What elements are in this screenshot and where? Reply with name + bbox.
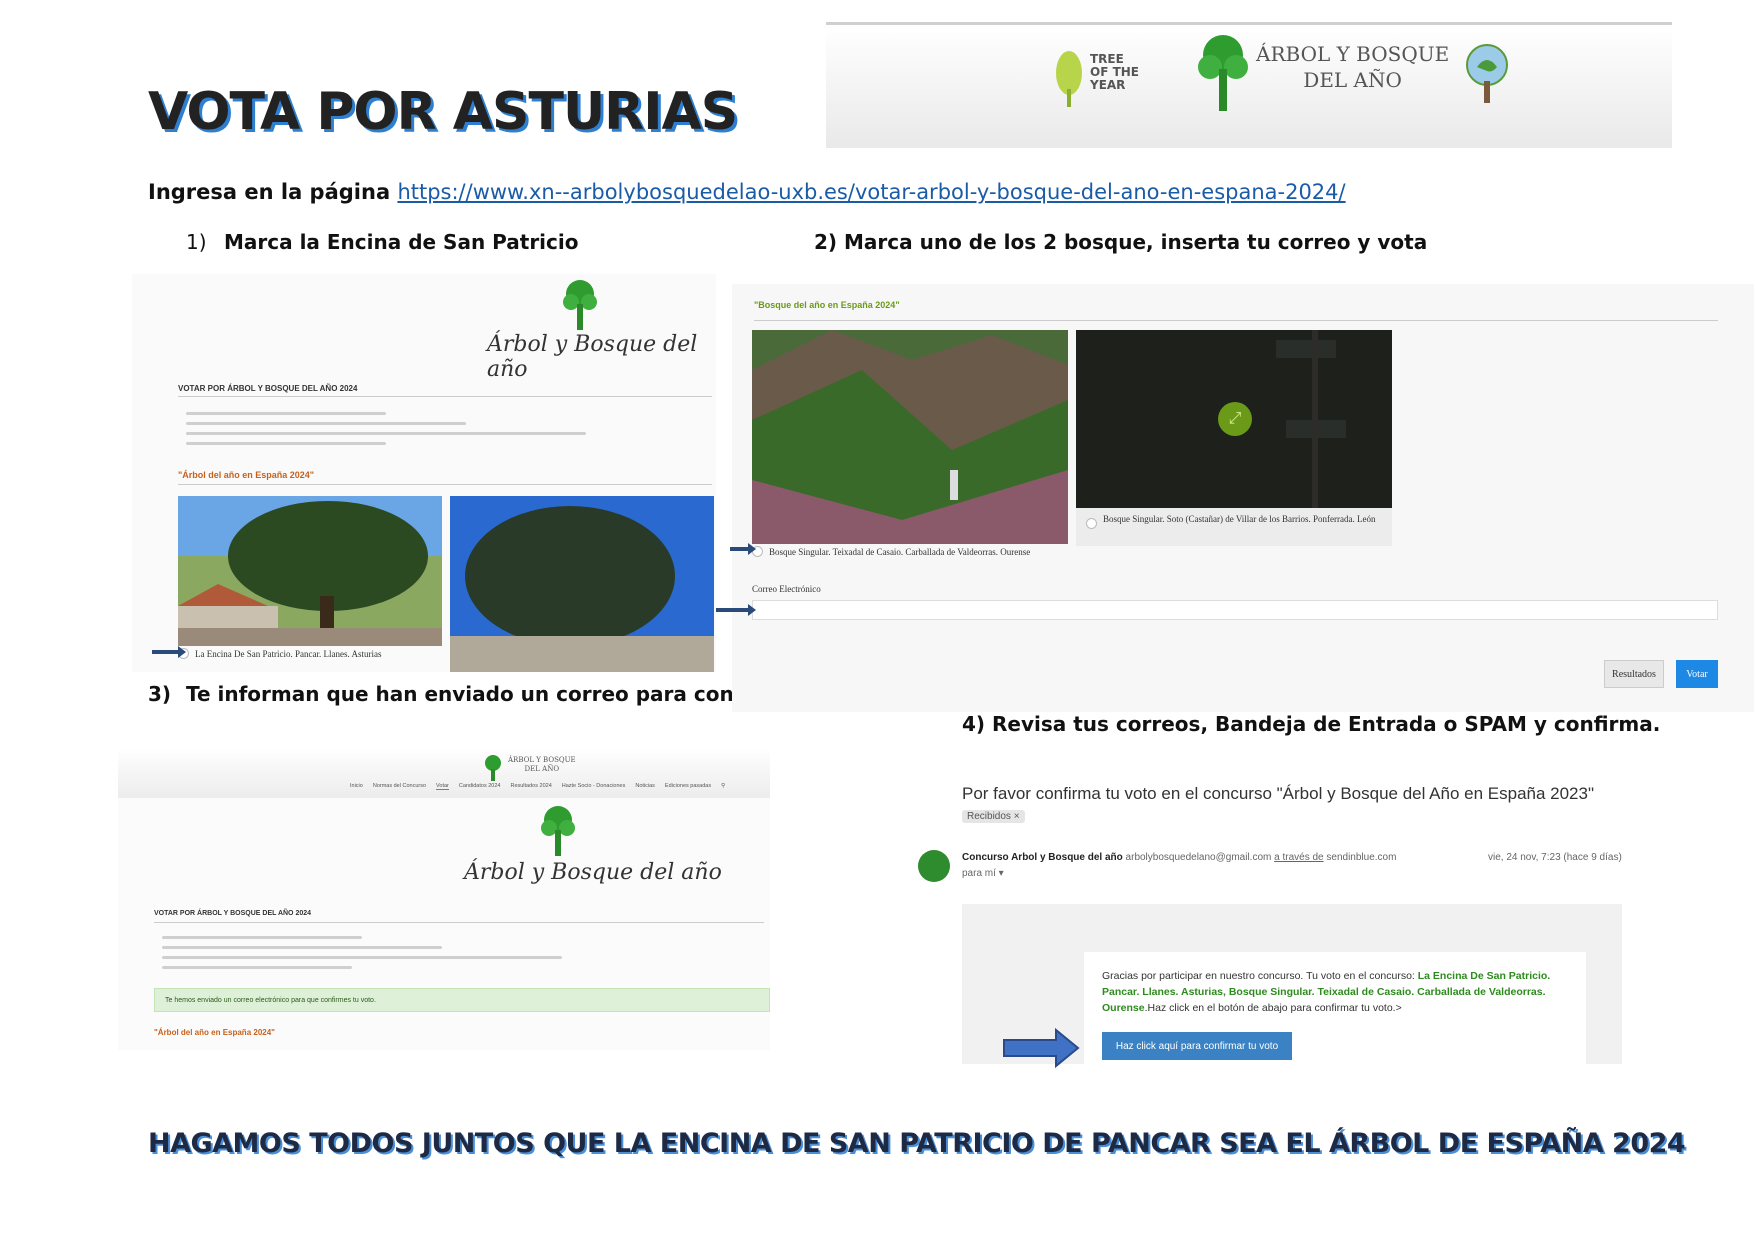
to-me[interactable]: para mí ▾ bbox=[962, 868, 1004, 879]
expand-icon[interactable]: ⤢ bbox=[1218, 402, 1252, 436]
panel-confirmation-page: ÁRBOL Y BOSQUE DEL AÑO Inicio Normas del… bbox=[118, 748, 770, 1050]
sent-notice: Te hemos enviado un correo electrónico p… bbox=[154, 988, 770, 1012]
tree-of-year-logo-icon bbox=[1056, 51, 1082, 107]
globe-tree-logo-icon bbox=[1466, 44, 1508, 103]
nav-candidatos[interactable]: Candidatos 2024 bbox=[459, 783, 501, 790]
email-label: Correo Electrónico bbox=[752, 584, 821, 594]
email-card: Gracias por participar en nuestro concur… bbox=[1084, 952, 1586, 1064]
step3-label: Te informan que han enviado un correo pa… bbox=[186, 682, 808, 706]
inbox-chip[interactable]: Recibidos × bbox=[962, 810, 1025, 823]
results-button[interactable]: Resultados bbox=[1604, 660, 1664, 688]
panel3-heading: VOTAR POR ÁRBOL Y BOSQUE DEL AÑO 2024 bbox=[154, 910, 312, 917]
panel1-section: "Árbol del año en España 2024" bbox=[178, 470, 315, 480]
via-text[interactable]: a través de bbox=[1274, 852, 1323, 863]
intro-text: Ingresa en la página bbox=[148, 180, 391, 204]
body-start: Gracias por participar en nuestro concur… bbox=[1102, 970, 1415, 982]
nav-inicio[interactable]: Inicio bbox=[350, 783, 363, 790]
arrow-email-icon bbox=[716, 604, 756, 616]
banner-arbol-line1: ÁRBOL Y BOSQUE bbox=[1256, 42, 1450, 66]
sender-email: arbolybosquedelano@gmail.com bbox=[1125, 852, 1272, 863]
nav-hazte-socio[interactable]: Hazte Socio - Donaciones bbox=[562, 783, 626, 790]
page-title: VOTA POR ASTURIAS bbox=[148, 82, 738, 142]
email-subject: Por favor confirma tu voto en el concurs… bbox=[962, 784, 1595, 803]
nav-noticias[interactable]: Noticias bbox=[635, 783, 655, 790]
nav-ediciones[interactable]: Ediciones pasadas bbox=[665, 783, 711, 790]
arrow-encina-icon bbox=[152, 646, 186, 658]
teixadal-option-label: Bosque Singular. Teixadal de Casaio. Car… bbox=[769, 546, 1031, 557]
confirm-vote-button[interactable]: Haz click aquí para confirmar tu voto bbox=[1102, 1032, 1292, 1060]
header-banner: TREE OF THE YEAR ÁRBOL Y BOSQUE DEL AÑO bbox=[826, 22, 1672, 148]
encina-photo bbox=[178, 496, 442, 646]
nav-search-icon[interactable]: ⚲ bbox=[721, 783, 725, 790]
step2-label: 2) Marca uno de los 2 bosque, inserta tu… bbox=[814, 230, 1428, 254]
panel-tree-vote: Árbol y Bosque del año VOTAR POR ÁRBOL Y… bbox=[132, 274, 716, 672]
sender-avatar bbox=[918, 850, 950, 882]
site-tree-logo-icon bbox=[563, 280, 597, 330]
arrow-confirm-icon bbox=[1003, 1028, 1080, 1068]
mini-arbol-line1: ÁRBOL Y BOSQUE bbox=[508, 756, 576, 764]
step1-label: Marca la Encina de San Patricio bbox=[224, 230, 579, 254]
step1-number: 1) bbox=[186, 230, 207, 254]
tree-logo-icon bbox=[1198, 35, 1248, 111]
panel2-section: "Bosque del año en España 2024" bbox=[754, 300, 900, 310]
teixadal-photo bbox=[752, 330, 1068, 544]
body-end: .Haz click en el botón de abajo para con… bbox=[1144, 1002, 1402, 1014]
page-tree-logo-icon bbox=[541, 806, 575, 856]
sender-name: Concurso Arbol y Bosque del año bbox=[962, 852, 1123, 863]
nav-resultados[interactable]: Resultados 2024 bbox=[510, 783, 551, 790]
intro-line: Ingresa en la página https://www.xn--arb… bbox=[148, 180, 1346, 204]
footer-slogan: HAGAMOS TODOS JUNTOS QUE LA ENCINA DE SA… bbox=[148, 1128, 1686, 1159]
page-logo-text: Árbol y Bosque del año bbox=[464, 860, 722, 885]
soto-radio[interactable] bbox=[1086, 518, 1097, 529]
panel1-heading: VOTAR POR ÁRBOL Y BOSQUE DEL AÑO 2024 bbox=[178, 384, 358, 393]
encina-option-label: La Encina De San Patricio. Pancar. Llane… bbox=[195, 648, 382, 659]
panel-forest-vote: "Bosque del año en España 2024" ⤢ Bosque… bbox=[732, 284, 1754, 712]
oak-photo bbox=[450, 496, 714, 672]
banner-tree-line3: YEAR bbox=[1090, 78, 1126, 92]
soto-option-label: Bosque Singular. Soto (Castañar) de Vill… bbox=[1103, 514, 1376, 524]
arrow-teixadal-icon bbox=[730, 543, 756, 555]
vote-page-link[interactable]: https://www.xn--arbolybosquedelao-uxb.es… bbox=[397, 180, 1345, 204]
email-date: vie, 24 nov, 7:23 (hace 9 días) bbox=[1488, 852, 1622, 863]
step4-label: 4) Revisa tus correos, Bandeja de Entrad… bbox=[962, 712, 1661, 736]
banner-arbol-line2: DEL AÑO bbox=[1303, 68, 1402, 92]
email-input[interactable] bbox=[752, 600, 1718, 620]
mini-tree-logo-icon bbox=[485, 755, 501, 781]
mini-arbol-line2: DEL AÑO bbox=[524, 765, 560, 773]
vote-button[interactable]: Votar bbox=[1676, 660, 1718, 688]
nav-normas[interactable]: Normas del Concurso bbox=[373, 783, 426, 790]
step3-number: 3) bbox=[148, 682, 172, 706]
panel3-section: "Árbol del año en España 2024" bbox=[154, 1028, 275, 1037]
site-logo-text: Árbol y Bosque del año bbox=[487, 332, 698, 382]
via-domain: sendinblue.com bbox=[1326, 852, 1397, 863]
nav-votar[interactable]: Votar bbox=[436, 783, 449, 790]
